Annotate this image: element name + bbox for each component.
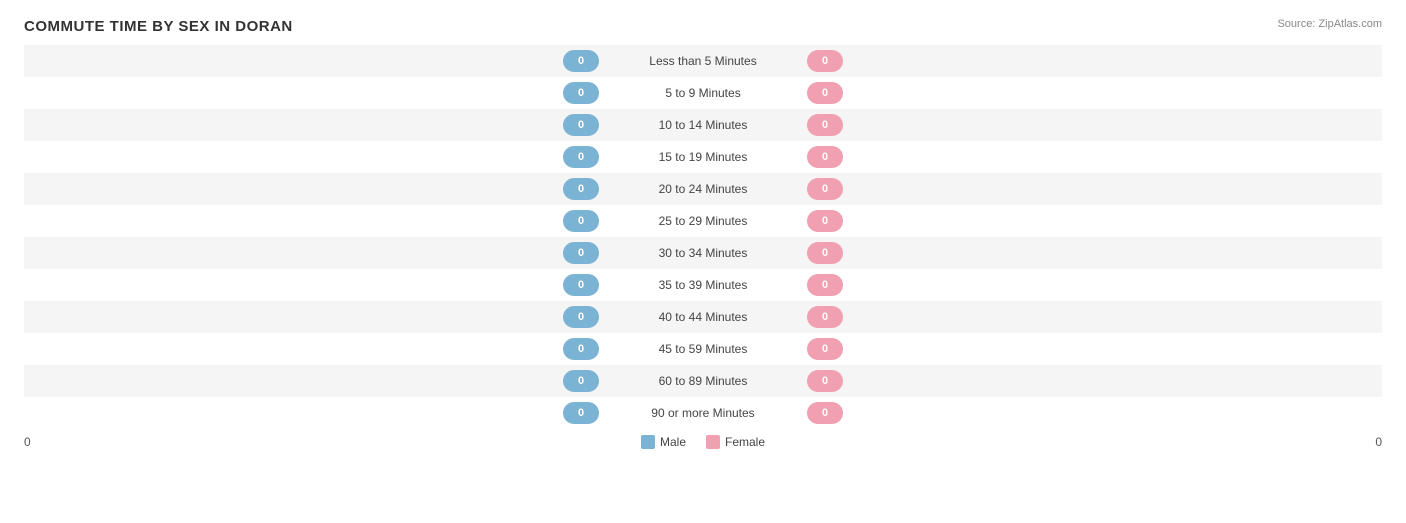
bar-row: 0 10 to 14 Minutes 0: [24, 109, 1382, 141]
row-label: 5 to 9 Minutes: [603, 86, 803, 100]
right-side: 0: [803, 242, 1382, 264]
male-pill: 0: [563, 274, 599, 296]
bar-row: 0 40 to 44 Minutes 0: [24, 301, 1382, 333]
male-swatch: [641, 435, 655, 449]
row-label: 25 to 29 Minutes: [603, 214, 803, 228]
legend: Male Female: [641, 435, 765, 449]
right-side: 0: [803, 82, 1382, 104]
right-side: 0: [803, 114, 1382, 136]
right-side: 0: [803, 402, 1382, 424]
axis-label-right: 0: [1375, 435, 1382, 449]
left-side: 0: [24, 370, 603, 392]
female-pill: 0: [807, 114, 843, 136]
male-pill: 0: [563, 338, 599, 360]
male-label: Male: [660, 435, 686, 449]
male-pill: 0: [563, 242, 599, 264]
row-label: 20 to 24 Minutes: [603, 182, 803, 196]
bar-row: 0 15 to 19 Minutes 0: [24, 141, 1382, 173]
male-pill: 0: [563, 402, 599, 424]
bar-row: 0 30 to 34 Minutes 0: [24, 237, 1382, 269]
bar-row: 0 20 to 24 Minutes 0: [24, 173, 1382, 205]
left-side: 0: [24, 178, 603, 200]
rows-container: 0 Less than 5 Minutes 0 0 5 to 9 Minutes…: [24, 45, 1382, 429]
left-side: 0: [24, 338, 603, 360]
female-pill: 0: [807, 370, 843, 392]
female-pill: 0: [807, 146, 843, 168]
right-side: 0: [803, 370, 1382, 392]
left-side: 0: [24, 306, 603, 328]
row-label: 45 to 59 Minutes: [603, 342, 803, 356]
bar-row: 0 Less than 5 Minutes 0: [24, 45, 1382, 77]
right-side: 0: [803, 50, 1382, 72]
male-pill: 0: [563, 178, 599, 200]
female-pill: 0: [807, 50, 843, 72]
axis-label-left: 0: [24, 435, 31, 449]
right-side: 0: [803, 178, 1382, 200]
row-label: 15 to 19 Minutes: [603, 150, 803, 164]
male-pill: 0: [563, 146, 599, 168]
left-side: 0: [24, 146, 603, 168]
row-label: 10 to 14 Minutes: [603, 118, 803, 132]
female-pill: 0: [807, 402, 843, 424]
left-side: 0: [24, 210, 603, 232]
male-pill: 0: [563, 50, 599, 72]
bottom-area: 0 Male Female 0: [24, 429, 1382, 449]
bar-row: 0 35 to 39 Minutes 0: [24, 269, 1382, 301]
source-label: Source: ZipAtlas.com: [1277, 18, 1382, 30]
row-label: 90 or more Minutes: [603, 406, 803, 420]
chart-area: 0 Less than 5 Minutes 0 0 5 to 9 Minutes…: [24, 45, 1382, 442]
right-side: 0: [803, 306, 1382, 328]
male-pill: 0: [563, 306, 599, 328]
female-pill: 0: [807, 338, 843, 360]
female-pill: 0: [807, 306, 843, 328]
row-label: 40 to 44 Minutes: [603, 310, 803, 324]
legend-female: Female: [706, 435, 765, 449]
male-pill: 0: [563, 82, 599, 104]
bar-row: 0 25 to 29 Minutes 0: [24, 205, 1382, 237]
row-label: 35 to 39 Minutes: [603, 278, 803, 292]
female-pill: 0: [807, 274, 843, 296]
chart-container: COMMUTE TIME BY SEX IN DORAN Source: Zip…: [0, 0, 1406, 523]
row-label: 60 to 89 Minutes: [603, 374, 803, 388]
left-side: 0: [24, 114, 603, 136]
row-label: 30 to 34 Minutes: [603, 246, 803, 260]
female-label: Female: [725, 435, 765, 449]
left-side: 0: [24, 274, 603, 296]
female-pill: 0: [807, 178, 843, 200]
right-side: 0: [803, 210, 1382, 232]
bar-row: 0 45 to 59 Minutes 0: [24, 333, 1382, 365]
female-pill: 0: [807, 210, 843, 232]
left-side: 0: [24, 50, 603, 72]
right-side: 0: [803, 274, 1382, 296]
row-label: Less than 5 Minutes: [603, 54, 803, 68]
left-side: 0: [24, 402, 603, 424]
left-side: 0: [24, 242, 603, 264]
chart-title: COMMUTE TIME BY SEX IN DORAN: [24, 18, 1382, 35]
right-side: 0: [803, 338, 1382, 360]
legend-male: Male: [641, 435, 686, 449]
female-pill: 0: [807, 242, 843, 264]
male-pill: 0: [563, 370, 599, 392]
male-pill: 0: [563, 114, 599, 136]
male-pill: 0: [563, 210, 599, 232]
bar-row: 0 90 or more Minutes 0: [24, 397, 1382, 429]
left-side: 0: [24, 82, 603, 104]
right-side: 0: [803, 146, 1382, 168]
bar-row: 0 5 to 9 Minutes 0: [24, 77, 1382, 109]
female-swatch: [706, 435, 720, 449]
female-pill: 0: [807, 82, 843, 104]
bar-row: 0 60 to 89 Minutes 0: [24, 365, 1382, 397]
